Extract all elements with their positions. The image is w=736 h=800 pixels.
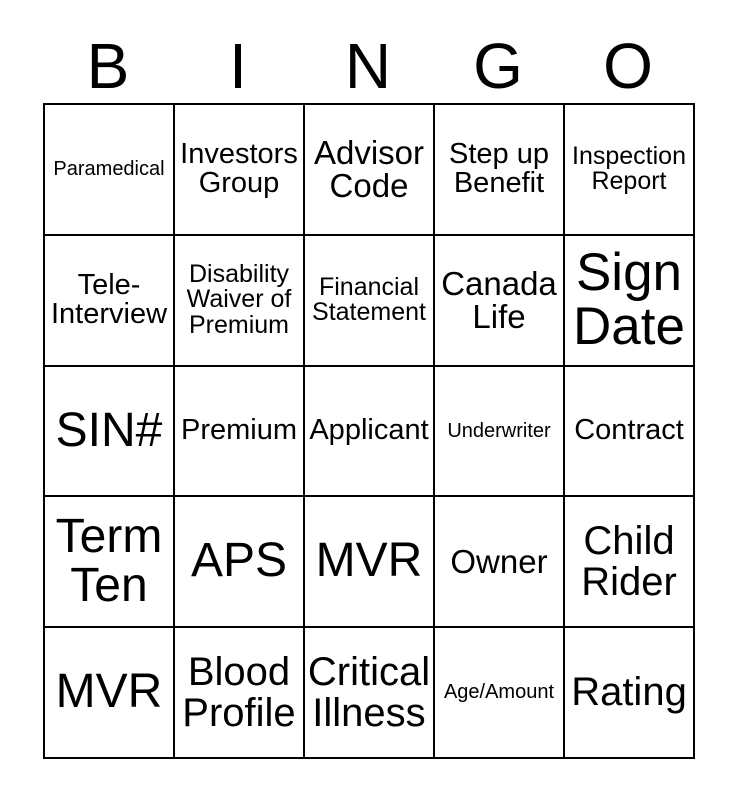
bingo-cell-o1[interactable]: Inspection Report bbox=[565, 105, 695, 236]
bingo-cell-o3[interactable]: Contract bbox=[565, 366, 695, 498]
bingo-cell-n3[interactable]: Applicant bbox=[305, 366, 435, 498]
bingo-cell-label: Age/Amount bbox=[443, 681, 555, 704]
bingo-header-letter-i: I bbox=[229, 29, 247, 102]
bingo-cell-i2[interactable]: Disability Waiver of Premium bbox=[175, 235, 305, 367]
bingo-cell-b5[interactable]: MVR bbox=[45, 628, 175, 759]
bingo-cell-b3[interactable]: SIN# bbox=[45, 366, 175, 498]
bingo-cell-label: Premium bbox=[180, 414, 297, 447]
bingo-cell-label: Applicant bbox=[309, 414, 429, 447]
bingo-cell-label: Canada Life bbox=[441, 264, 557, 336]
bingo-cell-n2[interactable]: Financial Statement bbox=[305, 235, 435, 367]
bingo-cell-n1[interactable]: Advisor Code bbox=[305, 105, 435, 236]
bingo-cell-g5[interactable]: Age/Amount bbox=[435, 628, 565, 759]
bingo-cell-i4[interactable]: APS bbox=[175, 497, 305, 629]
bingo-header: B I N G O bbox=[43, 28, 693, 103]
bingo-cell-label: Owner bbox=[450, 542, 548, 580]
bingo-cell-label: Underwriter bbox=[447, 419, 551, 442]
bingo-cell-g3[interactable]: Underwriter bbox=[435, 366, 565, 498]
bingo-cell-label: Child Rider bbox=[581, 518, 677, 604]
bingo-header-letter-g: G bbox=[473, 29, 523, 102]
bingo-cell-o5[interactable]: Rating bbox=[565, 628, 695, 759]
bingo-cell-i5[interactable]: Blood Profile bbox=[175, 628, 305, 759]
bingo-cell-o2[interactable]: Sign Date bbox=[565, 235, 695, 367]
bingo-cell-label: Rating bbox=[571, 670, 687, 715]
bingo-card: B I N G O Paramedical Investors Group Ad… bbox=[0, 0, 736, 800]
bingo-cell-label: Critical Illness bbox=[307, 649, 431, 735]
bingo-cell-label: Step up Benefit bbox=[449, 137, 549, 200]
bingo-header-letter-b: B bbox=[86, 29, 130, 102]
bingo-cell-label: Advisor Code bbox=[313, 133, 425, 205]
bingo-cell-label: Tele-Interview bbox=[50, 268, 168, 331]
bingo-cell-i1[interactable]: Investors Group bbox=[175, 105, 305, 236]
bingo-cell-o4[interactable]: Child Rider bbox=[565, 497, 695, 629]
bingo-cell-label: Financial Statement bbox=[312, 272, 426, 327]
bingo-cell-label: Inspection Report bbox=[572, 141, 686, 196]
bingo-cell-n4[interactable]: MVR bbox=[305, 497, 435, 629]
bingo-cell-label: Sign Date bbox=[573, 243, 685, 357]
bingo-cell-i3[interactable]: Premium bbox=[175, 366, 305, 498]
bingo-cell-label: MVR bbox=[315, 534, 423, 588]
bingo-header-letter-o: O bbox=[603, 29, 653, 102]
bingo-cell-label: Contract bbox=[574, 414, 684, 447]
bingo-grid: Paramedical Investors Group Advisor Code… bbox=[43, 103, 695, 759]
bingo-cell-g1[interactable]: Step up Benefit bbox=[435, 105, 565, 236]
bingo-cell-label: Investors Group bbox=[180, 137, 298, 200]
bingo-header-letter-n: N bbox=[344, 29, 392, 102]
bingo-cell-label: Paramedical bbox=[53, 158, 165, 181]
bingo-cell-g4[interactable]: Owner bbox=[435, 497, 565, 629]
bingo-cell-b2[interactable]: Tele-Interview bbox=[45, 235, 175, 367]
bingo-cell-label: Term Ten bbox=[55, 509, 163, 612]
bingo-cell-b1[interactable]: Paramedical bbox=[45, 105, 175, 236]
bingo-cell-label: MVR bbox=[55, 665, 163, 719]
bingo-cell-label: Blood Profile bbox=[182, 649, 296, 735]
bingo-cell-label: APS bbox=[190, 534, 288, 588]
bingo-cell-label: SIN# bbox=[55, 403, 163, 457]
bingo-cell-b4[interactable]: Term Ten bbox=[45, 497, 175, 629]
bingo-cell-g2[interactable]: Canada Life bbox=[435, 235, 565, 367]
bingo-cell-n5[interactable]: Critical Illness bbox=[305, 628, 435, 759]
bingo-cell-label: Disability Waiver of Premium bbox=[186, 259, 292, 339]
